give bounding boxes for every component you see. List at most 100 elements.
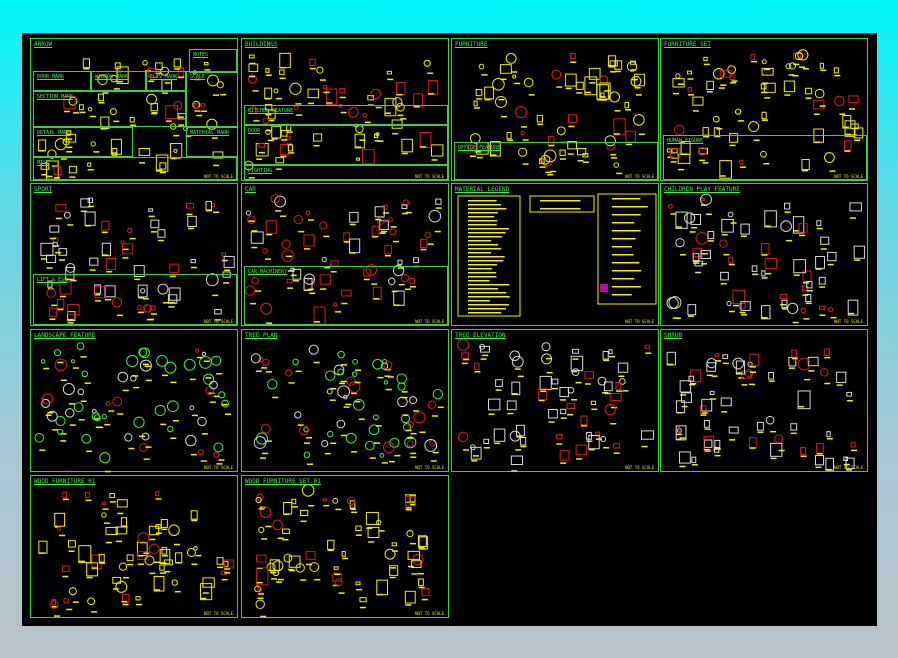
cad-symbol — [70, 359, 75, 364]
cad-symbol — [617, 362, 629, 373]
cad-symbol — [189, 405, 195, 411]
panel-tree-plan[interactable]: TREE PLAN NOT TO SCALE — [241, 329, 449, 472]
symbol-label — [86, 576, 93, 579]
symbol-label — [749, 447, 756, 449]
panel-arrow[interactable]: ARROW NOT TO SCALE NOTES DOOR MARK WINDOW MA… — [30, 38, 238, 181]
cad-symbol — [68, 587, 77, 596]
cad-drawing-canvas[interactable]: ARROW NOT TO SCALE NOTES DOOR MARK WINDOW MA… — [22, 33, 877, 626]
cad-symbol — [765, 415, 775, 425]
symbol-label — [84, 382, 91, 384]
symbol-label — [419, 431, 426, 433]
panel-shrub[interactable]: SHRUB NOT TO SCALE — [660, 329, 868, 472]
symbol-label — [546, 371, 553, 374]
cad-symbol — [41, 393, 53, 405]
symbol-label — [402, 414, 409, 416]
cad-symbol — [40, 359, 46, 364]
cad-symbol — [406, 529, 414, 538]
panel-scale-note: NOT TO SCALE — [204, 611, 233, 616]
panel-material-legend[interactable]: MATERIAL LEGEND NOT TO SCALE — [451, 183, 659, 326]
cad-symbol — [63, 211, 71, 219]
cad-symbol — [157, 229, 166, 238]
cad-symbol — [89, 257, 99, 266]
symbol-label — [142, 363, 149, 366]
symbol-label — [570, 61, 577, 63]
cad-symbol — [768, 371, 775, 380]
cad-symbol — [247, 215, 256, 224]
symbol-label — [283, 513, 290, 516]
legend-row — [612, 214, 641, 216]
symbol-label — [248, 75, 255, 78]
cad-symbol — [126, 554, 134, 562]
symbol-label — [784, 94, 791, 96]
legend-row — [468, 208, 507, 210]
subsection-window-mark: WINDOW MARK — [91, 71, 146, 91]
symbol-label — [764, 225, 771, 227]
cad-symbol — [352, 358, 358, 365]
cad-symbol — [780, 220, 792, 233]
symbol-label — [105, 541, 112, 544]
symbol-label — [280, 215, 287, 217]
cad-symbol — [494, 95, 507, 108]
symbol-label — [91, 567, 98, 569]
symbol-label — [556, 443, 563, 445]
cad-symbol — [827, 306, 834, 313]
symbol-label — [483, 447, 490, 449]
cad-symbol — [54, 512, 66, 527]
cad-symbol — [126, 354, 139, 368]
symbol-label — [351, 451, 358, 453]
cad-symbol — [704, 439, 713, 448]
symbol-label — [277, 578, 284, 581]
symbol-label — [270, 571, 277, 574]
cad-symbol — [520, 130, 525, 136]
cad-symbol — [720, 397, 732, 407]
panel-buildings[interactable]: BUILDINGS NOT TO SCALE KITCHEN FEATURE DOOR… — [241, 38, 449, 181]
cad-symbol — [749, 353, 760, 366]
symbol-label — [624, 109, 631, 111]
panel-furniture[interactable]: FURNITURE NOT TO SCALE OFFICE FEATURE — [451, 38, 659, 181]
cad-symbol — [171, 579, 178, 586]
panel-title: CHILDREN PLAY FEATURE — [664, 186, 740, 193]
panel-wood-furniture-01[interactable]: WOOD FURNITURE 01 NOT TO SCALE — [30, 475, 238, 618]
symbol-label — [286, 255, 293, 258]
panel-children-play-feature[interactable]: CHILDREN PLAY FEATURE NOT TO SCALE — [660, 183, 868, 326]
cad-symbol — [761, 59, 767, 65]
symbol-label — [122, 248, 129, 251]
symbol-label — [819, 314, 826, 316]
symbol-label — [91, 611, 98, 613]
panel-wood-furniture-set-01[interactable]: WOOD FURNITURE SET 01 NOT TO SCALE — [241, 475, 449, 618]
panel-sport[interactable]: SPORT NOT TO SCALE LIFT & ESC — [30, 183, 238, 326]
symbol-label — [786, 239, 793, 242]
symbol-label — [427, 243, 434, 245]
symbol-label — [195, 554, 202, 557]
cad-symbol — [409, 396, 418, 405]
symbol-label — [740, 235, 747, 237]
cad-symbol — [428, 209, 442, 223]
symbol-label — [313, 361, 320, 364]
legend-swatch — [600, 284, 608, 292]
cad-symbol — [760, 243, 770, 255]
panel-tree-elevation[interactable]: TREE ELEVATION NOT TO SCALE — [451, 329, 659, 472]
panel-landscape-feature[interactable]: LANDSCAPE FEATURE NOT TO SCALE — [30, 329, 238, 473]
symbol-label — [143, 552, 150, 555]
symbol-label — [848, 312, 855, 315]
cad-symbol — [62, 491, 67, 499]
symbol-label — [631, 78, 638, 81]
cad-symbol — [316, 66, 324, 74]
panel-title: SHRUB — [664, 332, 683, 339]
symbol-label — [757, 431, 764, 433]
panel-title: ARROW — [34, 41, 53, 48]
symbol-label — [49, 237, 56, 240]
cad-symbol — [473, 362, 480, 370]
cad-symbol — [818, 305, 826, 311]
symbol-label — [750, 371, 757, 373]
cad-symbol — [427, 400, 437, 409]
panel-furniture-set[interactable]: FURNITURE SET NOT TO SCALE HUMAN FIGURE — [660, 38, 868, 181]
panel-car[interactable]: CAR NOT TO SCALE CAR MACHINERY — [241, 183, 449, 326]
symbol-label — [522, 139, 529, 141]
symbol-label — [173, 134, 180, 137]
legend-row — [468, 268, 492, 270]
symbol-label — [548, 421, 555, 423]
cad-symbol — [514, 105, 528, 119]
symbol-label — [190, 453, 197, 456]
symbol-label — [718, 87, 725, 89]
